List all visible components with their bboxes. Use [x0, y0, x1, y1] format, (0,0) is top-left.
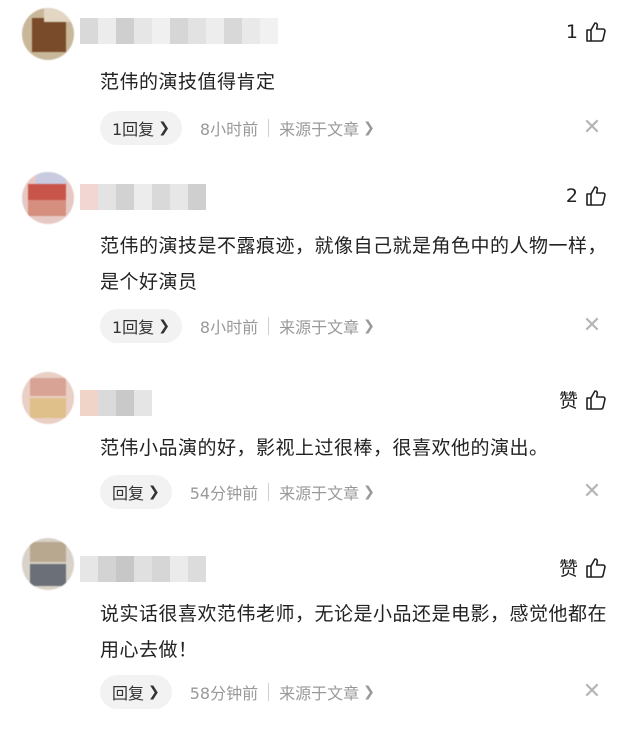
thumbs-up-icon	[586, 557, 606, 578]
like-button[interactable]: 赞	[559, 386, 608, 413]
thumbs-up-icon	[586, 186, 606, 206]
avatar[interactable]	[22, 372, 74, 424]
reply-button[interactable]: 1回复 ❯	[100, 111, 182, 145]
chevron-right-icon: ❯	[158, 120, 170, 136]
source-link[interactable]: 来源于文章 ❯	[279, 680, 375, 704]
like-label: 赞	[558, 390, 578, 412]
timestamp: 8小时前	[199, 120, 259, 139]
close-icon[interactable]: ✕	[582, 681, 602, 703]
comment-meta: 1回复 ❯ 8小时前 来源于文章 ❯	[100, 308, 375, 344]
comment-meta: 回复 ❯ 58分钟前 来源于文章 ❯	[100, 674, 375, 710]
divider	[268, 483, 270, 501]
reply-label: 1回复	[112, 318, 155, 337]
like-count: 1	[565, 21, 578, 43]
source-label: 来源于文章	[279, 684, 360, 703]
timestamp: 54分钟前	[189, 484, 259, 503]
reply-label: 1回复	[112, 120, 155, 139]
username-blurred[interactable]	[80, 18, 278, 46]
close-icon[interactable]: ✕	[582, 117, 602, 139]
comment-meta: 回复 ❯ 54分钟前 来源于文章 ❯	[100, 474, 375, 510]
source-link[interactable]: 来源于文章 ❯	[279, 314, 375, 338]
like-count: 2	[565, 185, 578, 207]
avatar[interactable]	[22, 538, 74, 590]
source-label: 来源于文章	[279, 120, 360, 139]
avatar[interactable]	[22, 172, 74, 224]
like-button[interactable]: 2	[566, 184, 608, 208]
divider	[268, 119, 270, 137]
username-blurred[interactable]	[80, 556, 206, 584]
username-blurred[interactable]	[80, 184, 206, 212]
like-button[interactable]: 赞	[559, 554, 608, 581]
close-icon[interactable]: ✕	[582, 315, 602, 337]
timestamp: 58分钟前	[189, 684, 259, 703]
comment-text: 说实话很喜欢范伟老师，无论是小品还是电影，感觉他都在用心去做！	[100, 603, 608, 661]
chevron-right-icon: ❯	[148, 684, 160, 700]
comment-meta: 1回复 ❯ 8小时前 来源于文章 ❯	[100, 110, 375, 146]
close-icon[interactable]: ✕	[582, 481, 602, 503]
chevron-right-icon: ❯	[363, 484, 375, 500]
source-link[interactable]: 来源于文章 ❯	[279, 116, 375, 140]
like-label: 赞	[558, 558, 578, 580]
timestamp: 8小时前	[199, 318, 259, 337]
source-label: 来源于文章	[279, 484, 360, 503]
chevron-right-icon: ❯	[148, 484, 160, 500]
reply-button[interactable]: 回复 ❯	[100, 475, 172, 509]
divider	[268, 317, 270, 335]
reply-button[interactable]: 回复 ❯	[100, 675, 172, 709]
like-button[interactable]: 1	[566, 20, 608, 44]
chevron-right-icon: ❯	[363, 120, 375, 136]
thumbs-up-icon	[586, 389, 606, 410]
reply-label: 回复	[112, 684, 145, 703]
avatar[interactable]	[22, 8, 74, 60]
reply-label: 回复	[112, 484, 145, 503]
source-label: 来源于文章	[279, 318, 360, 337]
comment-text: 范伟的演技值得肯定	[100, 71, 276, 93]
comment-text: 范伟小品演的好，影视上过很棒，很喜欢他的演出。	[100, 437, 549, 459]
chevron-right-icon: ❯	[363, 318, 375, 334]
chevron-right-icon: ❯	[363, 684, 375, 700]
username-blurred[interactable]	[80, 390, 152, 418]
comment-text: 范伟的演技是不露痕迹，就像自己就是角色中的人物一样，是个好演员	[100, 235, 608, 293]
reply-button[interactable]: 1回复 ❯	[100, 309, 182, 343]
chevron-right-icon: ❯	[158, 318, 170, 334]
source-link[interactable]: 来源于文章 ❯	[279, 480, 375, 504]
thumbs-up-icon	[586, 22, 606, 42]
divider	[268, 683, 270, 701]
